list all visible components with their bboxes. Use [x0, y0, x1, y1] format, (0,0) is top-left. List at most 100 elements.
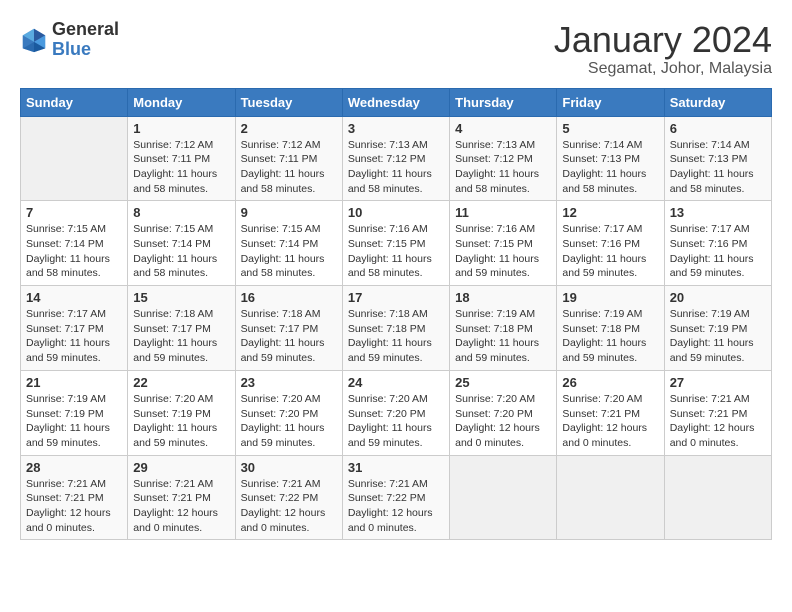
calendar-week: 28 Sunrise: 7:21 AMSunset: 7:21 PMDayligh…: [21, 455, 772, 540]
calendar-cell: 26 Sunrise: 7:20 AMSunset: 7:21 PMDayligh…: [557, 370, 664, 455]
calendar-cell: 13 Sunrise: 7:17 AMSunset: 7:16 PMDayligh…: [664, 201, 771, 286]
day-info: Sunrise: 7:19 AMSunset: 7:19 PMDaylight:…: [670, 307, 766, 366]
logo: General Blue: [20, 20, 119, 60]
day-number: 8: [133, 205, 229, 220]
calendar-header: SundayMondayTuesdayWednesdayThursdayFrid…: [21, 88, 772, 116]
calendar-cell: 30Sunrise: 7:21 AMSunset: 7:22 PMDayligh…: [235, 455, 342, 540]
day-info: Sunrise: 7:21 AMSunset: 7:22 PMDaylight:…: [241, 477, 337, 536]
calendar-cell: [664, 455, 771, 540]
day-info: Sunrise: 7:21 AMSunset: 7:21 PMDaylight:…: [133, 477, 229, 536]
day-number: 2: [241, 121, 337, 136]
day-number: 25: [455, 375, 551, 390]
calendar-cell: 29 Sunrise: 7:21 AMSunset: 7:21 PMDayligh…: [128, 455, 235, 540]
calendar-cell: 1Sunrise: 7:12 AMSunset: 7:11 PMDaylight…: [128, 116, 235, 201]
calendar-cell: 9Sunrise: 7:15 AMSunset: 7:14 PMDaylight…: [235, 201, 342, 286]
calendar-cell: 17 Sunrise: 7:18 AMSunset: 7:18 PMDayligh…: [342, 286, 449, 371]
day-number: 1: [133, 121, 229, 136]
day-info: Sunrise: 7:21 AMSunset: 7:21 PMDaylight:…: [26, 477, 122, 536]
day-number: 6: [670, 121, 766, 136]
calendar-cell: 27 Sunrise: 7:21 AMSunset: 7:21 PMDayligh…: [664, 370, 771, 455]
day-info: Sunrise: 7:18 AMSunset: 7:18 PMDaylight:…: [348, 307, 444, 366]
day-info: Sunrise: 7:19 AMSunset: 7:18 PMDaylight:…: [455, 307, 551, 366]
day-number: 17: [348, 290, 444, 305]
calendar-week: 14 Sunrise: 7:17 AMSunset: 7:17 PMDayligh…: [21, 286, 772, 371]
calendar-cell: 3Sunrise: 7:13 AMSunset: 7:12 PMDaylight…: [342, 116, 449, 201]
day-info: Sunrise: 7:20 AMSunset: 7:19 PMDaylight:…: [133, 392, 229, 451]
day-info: Sunrise: 7:13 AMSunset: 7:12 PMDaylight:…: [348, 138, 444, 197]
day-number: 11: [455, 205, 551, 220]
day-number: 23: [241, 375, 337, 390]
day-number: 15: [133, 290, 229, 305]
calendar-cell: 20 Sunrise: 7:19 AMSunset: 7:19 PMDayligh…: [664, 286, 771, 371]
day-info: Sunrise: 7:21 AMSunset: 7:22 PMDaylight:…: [348, 477, 444, 536]
day-info: Sunrise: 7:16 AMSunset: 7:15 PMDaylight:…: [455, 222, 551, 281]
day-number: 14: [26, 290, 122, 305]
calendar-cell: 21Sunrise: 7:19 AMSunset: 7:19 PMDayligh…: [21, 370, 128, 455]
title-block: January 2024 Segamat, Johor, Malaysia: [554, 20, 772, 78]
header-day: Wednesday: [342, 88, 449, 116]
day-info: Sunrise: 7:18 AMSunset: 7:17 PMDaylight:…: [133, 307, 229, 366]
day-info: Sunrise: 7:14 AMSunset: 7:13 PMDaylight:…: [670, 138, 766, 197]
day-number: 27: [670, 375, 766, 390]
calendar-table: SundayMondayTuesdayWednesdayThursdayFrid…: [20, 88, 772, 541]
calendar-cell: 8 Sunrise: 7:15 AMSunset: 7:14 PMDaylight…: [128, 201, 235, 286]
day-info: Sunrise: 7:15 AMSunset: 7:14 PMDaylight:…: [26, 222, 122, 281]
calendar-cell: 16Sunrise: 7:18 AMSunset: 7:17 PMDayligh…: [235, 286, 342, 371]
calendar-cell: 22 Sunrise: 7:20 AMSunset: 7:19 PMDayligh…: [128, 370, 235, 455]
header-day: Monday: [128, 88, 235, 116]
calendar-cell: [21, 116, 128, 201]
calendar-cell: 2 Sunrise: 7:12 AMSunset: 7:11 PMDaylight…: [235, 116, 342, 201]
day-number: 9: [241, 205, 337, 220]
calendar-cell: 11 Sunrise: 7:16 AMSunset: 7:15 PMDayligh…: [450, 201, 557, 286]
day-number: 18: [455, 290, 551, 305]
calendar-cell: [450, 455, 557, 540]
calendar-week: 7Sunrise: 7:15 AMSunset: 7:14 PMDaylight…: [21, 201, 772, 286]
day-info: Sunrise: 7:20 AMSunset: 7:21 PMDaylight:…: [562, 392, 658, 451]
day-info: Sunrise: 7:17 AMSunset: 7:17 PMDaylight:…: [26, 307, 122, 366]
calendar-cell: 4Sunrise: 7:13 AMSunset: 7:12 PMDaylight…: [450, 116, 557, 201]
day-info: Sunrise: 7:15 AMSunset: 7:14 PMDaylight:…: [133, 222, 229, 281]
day-number: 10: [348, 205, 444, 220]
day-number: 31: [348, 460, 444, 475]
page-header: General Blue January 2024 Segamat, Johor…: [20, 20, 772, 78]
header-day: Sunday: [21, 88, 128, 116]
calendar-cell: 25Sunrise: 7:20 AMSunset: 7:20 PMDayligh…: [450, 370, 557, 455]
calendar-week: 1 Sunrise: 7:12 AMSunset: 7:11 PMDaylight…: [21, 116, 772, 201]
day-number: 26: [562, 375, 658, 390]
calendar-cell: 7Sunrise: 7:15 AMSunset: 7:14 PMDaylight…: [21, 201, 128, 286]
day-info: Sunrise: 7:12 AMSunset: 7:11 PMDaylight:…: [241, 138, 337, 197]
day-number: 29: [133, 460, 229, 475]
header-day: Tuesday: [235, 88, 342, 116]
subtitle: Segamat, Johor, Malaysia: [554, 60, 772, 78]
calendar-cell: 6 Sunrise: 7:14 AMSunset: 7:13 PMDaylight…: [664, 116, 771, 201]
calendar-cell: 19Sunrise: 7:19 AMSunset: 7:18 PMDayligh…: [557, 286, 664, 371]
day-info: Sunrise: 7:14 AMSunset: 7:13 PMDaylight:…: [562, 138, 658, 197]
calendar-cell: 10Sunrise: 7:16 AMSunset: 7:15 PMDayligh…: [342, 201, 449, 286]
day-number: 22: [133, 375, 229, 390]
header-day: Thursday: [450, 88, 557, 116]
day-number: 5: [562, 121, 658, 136]
calendar-cell: 5 Sunrise: 7:14 AMSunset: 7:13 PMDaylight…: [557, 116, 664, 201]
calendar-cell: 18 Sunrise: 7:19 AMSunset: 7:18 PMDayligh…: [450, 286, 557, 371]
calendar-cell: 12Sunrise: 7:17 AMSunset: 7:16 PMDayligh…: [557, 201, 664, 286]
calendar-week: 21Sunrise: 7:19 AMSunset: 7:19 PMDayligh…: [21, 370, 772, 455]
main-title: January 2024: [554, 20, 772, 60]
day-info: Sunrise: 7:21 AMSunset: 7:21 PMDaylight:…: [670, 392, 766, 451]
logo-text: General Blue: [52, 20, 119, 60]
calendar-cell: 23 Sunrise: 7:20 AMSunset: 7:20 PMDayligh…: [235, 370, 342, 455]
day-number: 20: [670, 290, 766, 305]
day-info: Sunrise: 7:17 AMSunset: 7:16 PMDaylight:…: [670, 222, 766, 281]
day-number: 21: [26, 375, 122, 390]
header-row: SundayMondayTuesdayWednesdayThursdayFrid…: [21, 88, 772, 116]
logo-icon: [20, 26, 48, 54]
day-info: Sunrise: 7:19 AMSunset: 7:18 PMDaylight:…: [562, 307, 658, 366]
day-number: 12: [562, 205, 658, 220]
calendar-cell: 31 Sunrise: 7:21 AMSunset: 7:22 PMDayligh…: [342, 455, 449, 540]
calendar-cell: 28 Sunrise: 7:21 AMSunset: 7:21 PMDayligh…: [21, 455, 128, 540]
day-number: 13: [670, 205, 766, 220]
day-info: Sunrise: 7:20 AMSunset: 7:20 PMDaylight:…: [241, 392, 337, 451]
day-number: 28: [26, 460, 122, 475]
day-number: 24: [348, 375, 444, 390]
day-info: Sunrise: 7:20 AMSunset: 7:20 PMDaylight:…: [348, 392, 444, 451]
day-number: 4: [455, 121, 551, 136]
